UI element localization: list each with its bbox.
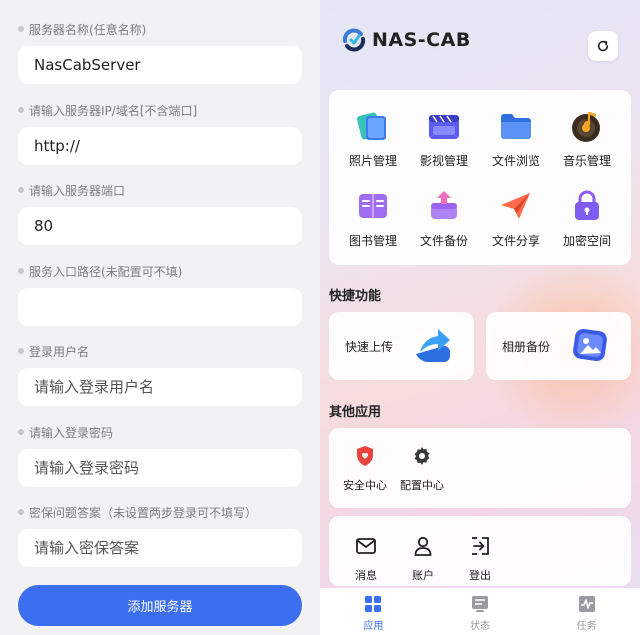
add-server-button[interactable]: 添加服务器 bbox=[18, 585, 302, 626]
grid-item-folder[interactable]: 文件浏览 bbox=[480, 107, 552, 169]
refresh-button[interactable] bbox=[588, 31, 618, 61]
messages-item[interactable]: 消息 bbox=[340, 534, 392, 583]
app-home: NAS-CAB 照片管理 影视管理 文件浏览 音乐管理 图书管理 文件备份 文件… bbox=[320, 0, 640, 635]
shield-icon bbox=[357, 446, 373, 466]
quick-section-title: 快捷功能 bbox=[329, 289, 382, 304]
folder-icon bbox=[501, 114, 531, 139]
field-label-entry-path: 服务入口路径(未配置可不填) bbox=[18, 262, 182, 280]
grid-item-books[interactable]: 图书管理 bbox=[337, 187, 409, 249]
tab-tasks[interactable]: 任务 bbox=[533, 588, 640, 635]
task-icon bbox=[578, 596, 595, 612]
music-icon bbox=[572, 112, 600, 142]
tab-status[interactable]: 状态 bbox=[427, 588, 534, 635]
grid-item-video[interactable]: 影视管理 bbox=[408, 107, 480, 169]
upload-icon bbox=[416, 329, 450, 363]
logo-text: NAS-CAB bbox=[372, 29, 471, 51]
bullet-dot bbox=[18, 348, 24, 354]
tab-apps[interactable]: 应用 bbox=[320, 588, 427, 635]
bullet-dot bbox=[18, 268, 24, 274]
server-form: 服务器名称(任意名称) 请输入服务器IP/域名[不含端口] 请输入服务器端口 服… bbox=[0, 0, 320, 635]
quick-upload-card[interactable]: 快速上传 bbox=[329, 312, 474, 380]
status-icon bbox=[472, 596, 488, 612]
album-backup-card[interactable]: 相册备份 bbox=[486, 312, 631, 380]
user-icon bbox=[414, 536, 432, 556]
bottom-tab-bar: 应用 状态 任务 bbox=[320, 588, 640, 635]
bullet-dot bbox=[18, 107, 24, 113]
mail-icon bbox=[356, 538, 376, 554]
field-label-server-host: 请输入服务器IP/域名[不含端口] bbox=[18, 101, 197, 119]
photos-icon bbox=[357, 112, 386, 140]
bullet-dot bbox=[18, 26, 24, 32]
server-port-input[interactable] bbox=[18, 207, 302, 245]
entry-path-input[interactable] bbox=[18, 288, 302, 326]
refresh-icon bbox=[597, 40, 609, 52]
username-input[interactable] bbox=[18, 368, 302, 406]
book-icon bbox=[359, 194, 387, 218]
grid-item-music[interactable]: 音乐管理 bbox=[551, 107, 623, 169]
grid-item-vault[interactable]: 加密空间 bbox=[551, 187, 623, 249]
field-label-password: 请输入登录密码 bbox=[18, 423, 113, 441]
config-center-item[interactable]: 配置中心 bbox=[396, 444, 448, 493]
password-input[interactable] bbox=[18, 449, 302, 487]
account-item[interactable]: 账户 bbox=[397, 534, 449, 583]
gear-icon bbox=[414, 447, 430, 465]
lock-icon bbox=[575, 190, 599, 220]
bullet-dot bbox=[18, 187, 24, 193]
field-label-server-name: 服务器名称(任意名称) bbox=[18, 20, 146, 38]
grid-item-share[interactable]: 文件分享 bbox=[480, 187, 552, 249]
server-host-input[interactable] bbox=[18, 127, 302, 165]
album-backup-icon bbox=[573, 328, 607, 362]
logo-mark-icon bbox=[342, 28, 366, 52]
bullet-dot bbox=[18, 509, 24, 515]
bullet-dot bbox=[18, 429, 24, 435]
field-label-security-answer: 密保问题答案（未设置两步登录可不填写） bbox=[18, 503, 257, 521]
grid-item-backup[interactable]: 文件备份 bbox=[408, 187, 480, 249]
field-label-server-port: 请输入服务器端口 bbox=[18, 181, 125, 199]
security-answer-input[interactable] bbox=[18, 529, 302, 567]
security-center-item[interactable]: 安全中心 bbox=[339, 444, 391, 493]
server-name-input[interactable] bbox=[18, 46, 302, 84]
logout-item[interactable]: 登出 bbox=[454, 534, 506, 583]
backup-icon bbox=[431, 191, 457, 219]
app-logo: NAS-CAB bbox=[340, 26, 471, 54]
video-icon bbox=[429, 115, 459, 139]
share-icon bbox=[501, 193, 530, 219]
other-section-title: 其他应用 bbox=[329, 405, 382, 420]
grid-item-photos[interactable]: 照片管理 bbox=[337, 107, 409, 169]
apps-icon bbox=[365, 596, 382, 612]
field-label-username: 登录用户名 bbox=[18, 342, 89, 360]
logout-icon bbox=[472, 537, 489, 555]
